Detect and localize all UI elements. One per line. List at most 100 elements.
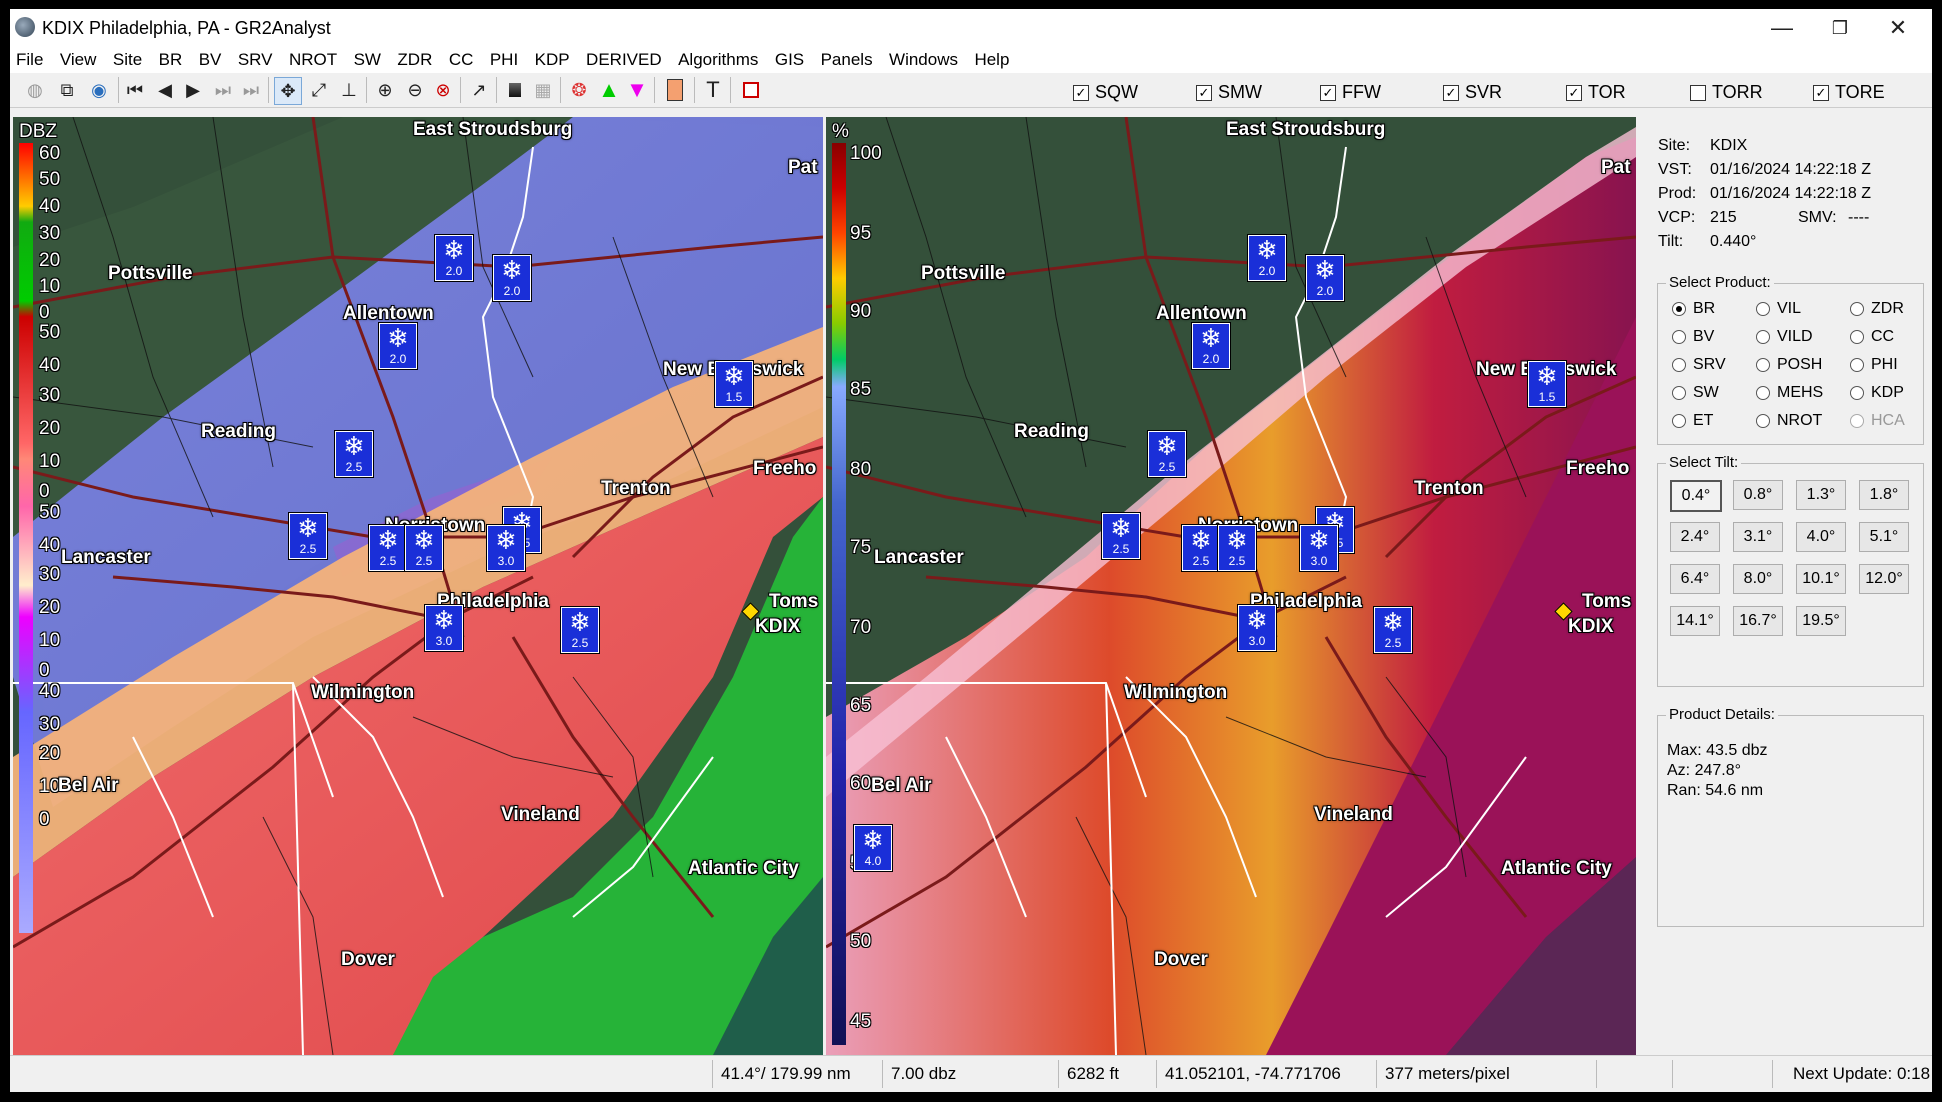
product-radio-posh[interactable]: POSH (1756, 356, 1822, 374)
product-radio-vild[interactable]: VILD (1756, 328, 1813, 346)
snow-report-marker[interactable]: ❄ 2.0 (435, 235, 473, 281)
minimize-button[interactable]: — (1752, 11, 1812, 45)
snow-report-marker[interactable]: ❄ 1.5 (1528, 361, 1566, 407)
tilt-button[interactable]: 3.1° (1733, 522, 1783, 552)
prev-frame-icon[interactable]: ◀ (152, 77, 178, 103)
product-radio-phi[interactable]: PHI (1850, 356, 1898, 374)
product-radio-sw[interactable]: SW (1672, 384, 1719, 402)
menu-derived[interactable]: DERIVED (580, 47, 668, 70)
snow-report-marker[interactable]: ❄2.5 (1102, 513, 1140, 559)
crosssection-tool-icon[interactable]: ⊥ (336, 77, 362, 103)
snow-report-marker[interactable]: ❄2.5 (1218, 525, 1256, 571)
text-tool-icon[interactable]: T (700, 77, 726, 103)
first-frame-icon[interactable]: ⏮ (122, 77, 148, 103)
tilt-button[interactable]: 8.0° (1733, 564, 1783, 594)
tilt-button[interactable]: 2.4° (1670, 522, 1720, 552)
menu-site[interactable]: Site (107, 47, 148, 70)
warning-tor-toggle[interactable]: ✓ TOR (1566, 82, 1626, 103)
tore-checkbox[interactable]: ✓ (1813, 84, 1829, 101)
snow-report-marker[interactable]: ❄2.5 (1148, 431, 1186, 477)
snow-report-marker[interactable]: ❄2.5 (1374, 607, 1412, 653)
torr-checkbox[interactable] (1690, 84, 1706, 101)
zoom-reset-icon[interactable]: ⊗ (430, 77, 456, 103)
snow-report-marker[interactable]: ❄ 2.0 (1248, 235, 1286, 281)
smw-checkbox[interactable]: ✓ (1196, 84, 1212, 101)
menu-file[interactable]: File (10, 47, 49, 70)
menu-windows[interactable]: Windows (883, 47, 964, 70)
green-triangle-icon[interactable]: ▲ (596, 77, 622, 103)
snow-report-marker[interactable]: ❄ 2.0 (493, 255, 531, 301)
product-radio-bv[interactable]: BV (1672, 328, 1714, 346)
menu-gis[interactable]: GIS (769, 47, 810, 70)
record-stop-icon[interactable] (738, 77, 764, 103)
tilt-button[interactable]: 14.1° (1670, 606, 1720, 636)
tilt-button[interactable]: 1.3° (1796, 480, 1846, 510)
menu-zdr[interactable]: ZDR (391, 47, 438, 70)
tilt-button[interactable]: 0.8° (1733, 480, 1783, 510)
menu-bv[interactable]: BV (193, 47, 228, 70)
play-icon[interactable]: ▶ (180, 77, 206, 103)
tilt-button[interactable]: 12.0° (1859, 564, 1909, 594)
zoom-in-icon[interactable]: ⊕ (372, 77, 398, 103)
menu-panels[interactable]: Panels (815, 47, 879, 70)
radar-panel-correlation[interactable]: % 100 95 90 85 80 75 70 65 60 55 50 45 E… (826, 117, 1636, 1055)
menu-help[interactable]: Help (968, 47, 1015, 70)
product-radio-mehs[interactable]: MEHS (1756, 384, 1823, 402)
tilt-button[interactable]: 6.4° (1670, 564, 1720, 594)
snow-report-marker[interactable]: ❄2.5 (1182, 525, 1220, 571)
zoom-out-icon[interactable]: ⊖ (402, 77, 428, 103)
warning-svr-toggle[interactable]: ✓ SVR (1443, 82, 1502, 103)
product-radio-nrot[interactable]: NROT (1756, 412, 1822, 430)
menu-srv[interactable]: SRV (232, 47, 279, 70)
snow-report-marker[interactable]: ❄2.5 (289, 513, 327, 559)
measure-tool-icon[interactable]: ⤢ (306, 77, 332, 103)
last-frame-icon[interactable]: ⏭ (238, 77, 264, 103)
color-swatch-icon[interactable] (662, 77, 688, 103)
tilt-button[interactable]: 10.1° (1796, 564, 1846, 594)
snow-report-marker[interactable]: ❄2.5 (561, 607, 599, 653)
snow-report-marker[interactable]: ❄ 1.5 (715, 361, 753, 407)
warning-torr-toggle[interactable]: TORR (1690, 82, 1763, 103)
dark-square-icon[interactable] (502, 77, 528, 103)
menu-phi[interactable]: PHI (484, 47, 524, 70)
menu-sw[interactable]: SW (348, 47, 387, 70)
menu-kdp[interactable]: KDP (529, 47, 576, 70)
globe-icon[interactable]: ◉ (86, 77, 112, 103)
product-radio-kdp[interactable]: KDP (1850, 384, 1904, 402)
menu-br[interactable]: BR (153, 47, 189, 70)
svr-checkbox[interactable]: ✓ (1443, 84, 1459, 101)
product-radio-br[interactable]: BR (1672, 300, 1715, 318)
snow-report-marker[interactable]: ❄2.5 (369, 525, 407, 571)
product-radio-srv[interactable]: SRV (1672, 356, 1726, 374)
warning-ffw-toggle[interactable]: ✓ FFW (1320, 82, 1381, 103)
product-radio-vil[interactable]: VIL (1756, 300, 1801, 318)
snow-report-marker[interactable]: ❄ 2.0 (379, 323, 417, 369)
tilt-button[interactable]: 16.7° (1733, 606, 1783, 636)
tilt-button[interactable]: 4.0° (1796, 522, 1846, 552)
snow-report-marker[interactable]: ❄ 2.0 (1192, 323, 1230, 369)
tilt-button[interactable]: 5.1° (1859, 522, 1909, 552)
copy-icon[interactable]: ⧉ (54, 77, 80, 103)
arrow-tool-icon[interactable]: ↗ (466, 77, 492, 103)
radar-panel-reflectivity[interactable]: DBZ 60 50 40 30 20 10 0 50 40 30 20 10 0… (13, 117, 823, 1055)
warning-smw-toggle[interactable]: ✓ SMW (1196, 82, 1262, 103)
menu-algorithms[interactable]: Algorithms (672, 47, 764, 70)
snow-report-marker[interactable]: ❄ 2.0 (1306, 255, 1344, 301)
menu-view[interactable]: View (54, 47, 103, 70)
ffw-checkbox[interactable]: ✓ (1320, 84, 1336, 101)
snow-report-marker[interactable]: ❄ 3.0 (1300, 525, 1338, 571)
close-button[interactable]: ✕ (1868, 11, 1928, 45)
tilt-button[interactable]: 1.8° (1859, 480, 1909, 510)
tor-checkbox[interactable]: ✓ (1566, 84, 1582, 101)
grid-icon[interactable]: ▦ (530, 77, 556, 103)
restore-button[interactable]: ❐ (1810, 11, 1870, 45)
storm-icon[interactable]: ❂ (566, 77, 592, 103)
sqw-checkbox[interactable]: ✓ (1073, 84, 1089, 101)
product-radio-zdr[interactable]: ZDR (1850, 300, 1904, 318)
snow-report-marker[interactable]: ❄ 3.0 (1238, 605, 1276, 651)
zoom-disabled-icon[interactable]: ◍ (22, 77, 48, 103)
warning-tore-toggle[interactable]: ✓ TORE (1813, 82, 1885, 103)
product-radio-et[interactable]: ET (1672, 412, 1713, 430)
pan-tool-icon[interactable]: ✥ (274, 77, 302, 105)
tilt-button[interactable]: 19.5° (1796, 606, 1846, 636)
